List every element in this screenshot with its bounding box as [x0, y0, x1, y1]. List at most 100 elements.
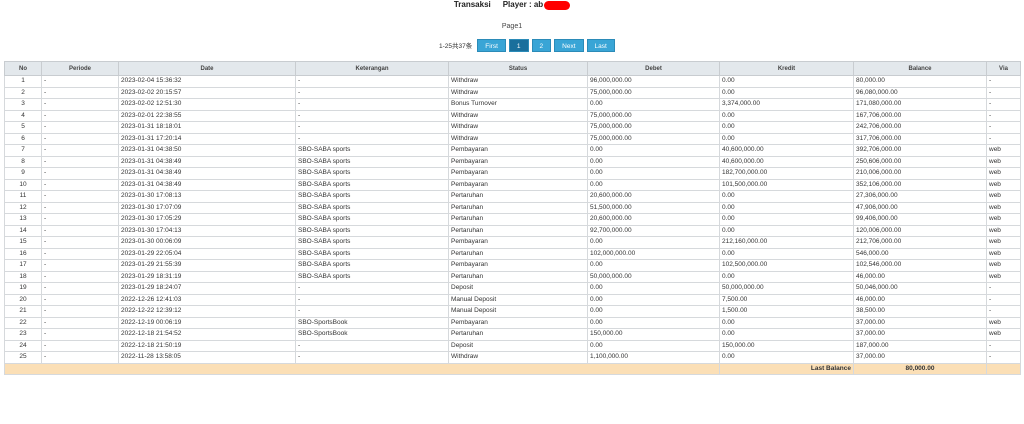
cell-balance: 167,706,000.00 — [853, 109, 987, 122]
cell-balance: 38,500.00 — [853, 305, 987, 318]
cell-via: web — [986, 224, 1021, 237]
cell-no: 25 — [4, 351, 42, 364]
cell-via: - — [986, 339, 1021, 352]
cell-kredit: 50,000,000.00 — [719, 282, 854, 295]
cell-balance: 27,306,000.00 — [853, 190, 987, 203]
cell-no: 7 — [4, 144, 42, 157]
table-row: 17-2023-01-29 21:55:39 SBO-SABA sports Pem… — [4, 259, 1021, 272]
cell-no: 14 — [4, 224, 42, 237]
col-header-kredit[interactable]: Kredit — [719, 61, 854, 76]
last-balance-value: 80,000.00 — [853, 362, 987, 375]
cell-date: 2023-02-04 15:36:32 — [118, 75, 296, 88]
cell-via: web — [986, 190, 1021, 203]
cell-periode: - — [41, 178, 119, 191]
cell-date: 2022-12-18 21:50:19 — [118, 339, 296, 352]
cell-no: 8 — [4, 155, 42, 168]
cell-date: 2023-02-01 22:38:55 — [118, 109, 296, 122]
cell-balance: 46,000.00 — [853, 270, 987, 283]
col-header-balance[interactable]: Balance — [853, 61, 987, 76]
cell-keterangan: - — [295, 282, 449, 295]
cell-debet: 96,000,000.00 — [587, 75, 720, 88]
cell-keterangan: SBO-SABA sports — [295, 270, 449, 283]
table-row: 12-2023-01-30 17:07:09 SBO-SABA sports Per… — [4, 201, 1021, 214]
cell-keterangan: - — [295, 132, 449, 145]
cell-no: 24 — [4, 339, 42, 352]
cell-keterangan: SBO-SABA sports — [295, 167, 449, 180]
cell-via: - — [986, 293, 1021, 306]
cell-debet: 75,000,000.00 — [587, 86, 720, 99]
cell-debet: 0.00 — [587, 293, 720, 306]
next-page-button[interactable]: Next — [554, 38, 584, 52]
cell-periode: - — [41, 247, 119, 260]
cell-keterangan: SBO-SportsBook — [295, 316, 449, 329]
cell-status: Pertaruhan — [448, 201, 588, 214]
cell-no: 16 — [4, 247, 42, 260]
cell-periode: - — [41, 339, 119, 352]
cell-via: web — [986, 316, 1021, 329]
cell-debet: 0.00 — [587, 236, 720, 249]
cell-debet: 0.00 — [587, 259, 720, 272]
cell-debet: 1,100,000.00 — [587, 351, 720, 364]
page-title: Transaksi — [453, 0, 491, 9]
cell-status: Pembayaran — [448, 316, 588, 329]
col-header-date[interactable]: Date — [118, 61, 296, 76]
col-header-via[interactable]: Via — [986, 61, 1021, 76]
cell-status: Withdraw — [448, 109, 588, 122]
cell-via: web — [986, 178, 1021, 191]
first-page-button[interactable]: First — [477, 38, 506, 52]
transactions-table: No Periode Date Keterangan Status Debet … — [4, 61, 1021, 375]
cell-balance: 210,006,000.00 — [853, 167, 987, 180]
page-1-button[interactable]: 1 — [508, 38, 529, 52]
cell-kredit: 0.00 — [719, 351, 854, 364]
cell-debet: 75,000,000.00 — [587, 121, 720, 134]
last-balance-label: Last Balance — [719, 362, 854, 375]
col-header-periode[interactable]: Periode — [41, 61, 119, 76]
cell-no: 23 — [4, 328, 42, 341]
pagination: 1-25共37条 First 1 2 Next Last — [439, 38, 615, 52]
cell-status: Manual Deposit — [448, 305, 588, 318]
cell-balance: 212,706,000.00 — [853, 236, 987, 249]
cell-status: Deposit — [448, 339, 588, 352]
cell-kredit: 0.00 — [719, 86, 854, 99]
cell-debet: 0.00 — [587, 98, 720, 111]
cell-via: web — [986, 167, 1021, 180]
cell-date: 2022-11-28 13:58:05 — [118, 351, 296, 364]
table-row: 14-2023-01-30 17:04:13 SBO-SABA sports Per… — [4, 224, 1021, 237]
col-header-keterangan[interactable]: Keterangan — [295, 61, 449, 76]
cell-debet: 0.00 — [587, 339, 720, 352]
cell-date: 2023-01-29 18:24:07 — [118, 282, 296, 295]
cell-periode: - — [41, 282, 119, 295]
table-row: 21-2022-12-22 12:39:12- Manual Deposit 0.0… — [4, 305, 1021, 318]
col-header-debet[interactable]: Debet — [587, 61, 720, 76]
cell-status: Pembayaran — [448, 167, 588, 180]
cell-kredit: 0.00 — [719, 75, 854, 88]
table-row: 7-2023-01-31 04:38:50 SBO-SABA sports Pemb… — [4, 144, 1021, 157]
cell-no: 9 — [4, 167, 42, 180]
cell-keterangan: SBO-SABA sports — [295, 213, 449, 226]
cell-kredit: 1,500.00 — [719, 305, 854, 318]
cell-date: 2023-01-31 04:38:50 — [118, 144, 296, 157]
cell-status: Pertaruhan — [448, 328, 588, 341]
col-header-no[interactable]: No — [4, 61, 42, 76]
page-2-button[interactable]: 2 — [531, 38, 552, 52]
cell-keterangan: - — [295, 75, 449, 88]
cell-via: - — [986, 305, 1021, 318]
cell-balance: 242,706,000.00 — [853, 121, 987, 134]
cell-via: web — [986, 144, 1021, 157]
cell-keterangan: SBO-SABA sports — [295, 178, 449, 191]
cell-debet: 75,000,000.00 — [587, 132, 720, 145]
cell-date: 2023-01-30 17:08:13 — [118, 190, 296, 203]
col-header-status[interactable]: Status — [448, 61, 588, 76]
cell-no: 1 — [4, 75, 42, 88]
cell-no: 19 — [4, 282, 42, 295]
cell-kredit: 0.00 — [719, 316, 854, 329]
player-label: Player : ab — [502, 0, 544, 9]
cell-balance: 392,706,000.00 — [853, 144, 987, 157]
table-row: 10-2023-01-31 04:38:49 SBO-SABA sports Pem… — [4, 178, 1021, 191]
cell-keterangan: SBO-SABA sports — [295, 247, 449, 260]
cell-kredit: 40,600,000.00 — [719, 155, 854, 168]
cell-via: - — [986, 109, 1021, 122]
cell-no: 5 — [4, 121, 42, 134]
last-page-button[interactable]: Last — [586, 38, 615, 52]
cell-keterangan: SBO-SportsBook — [295, 328, 449, 341]
